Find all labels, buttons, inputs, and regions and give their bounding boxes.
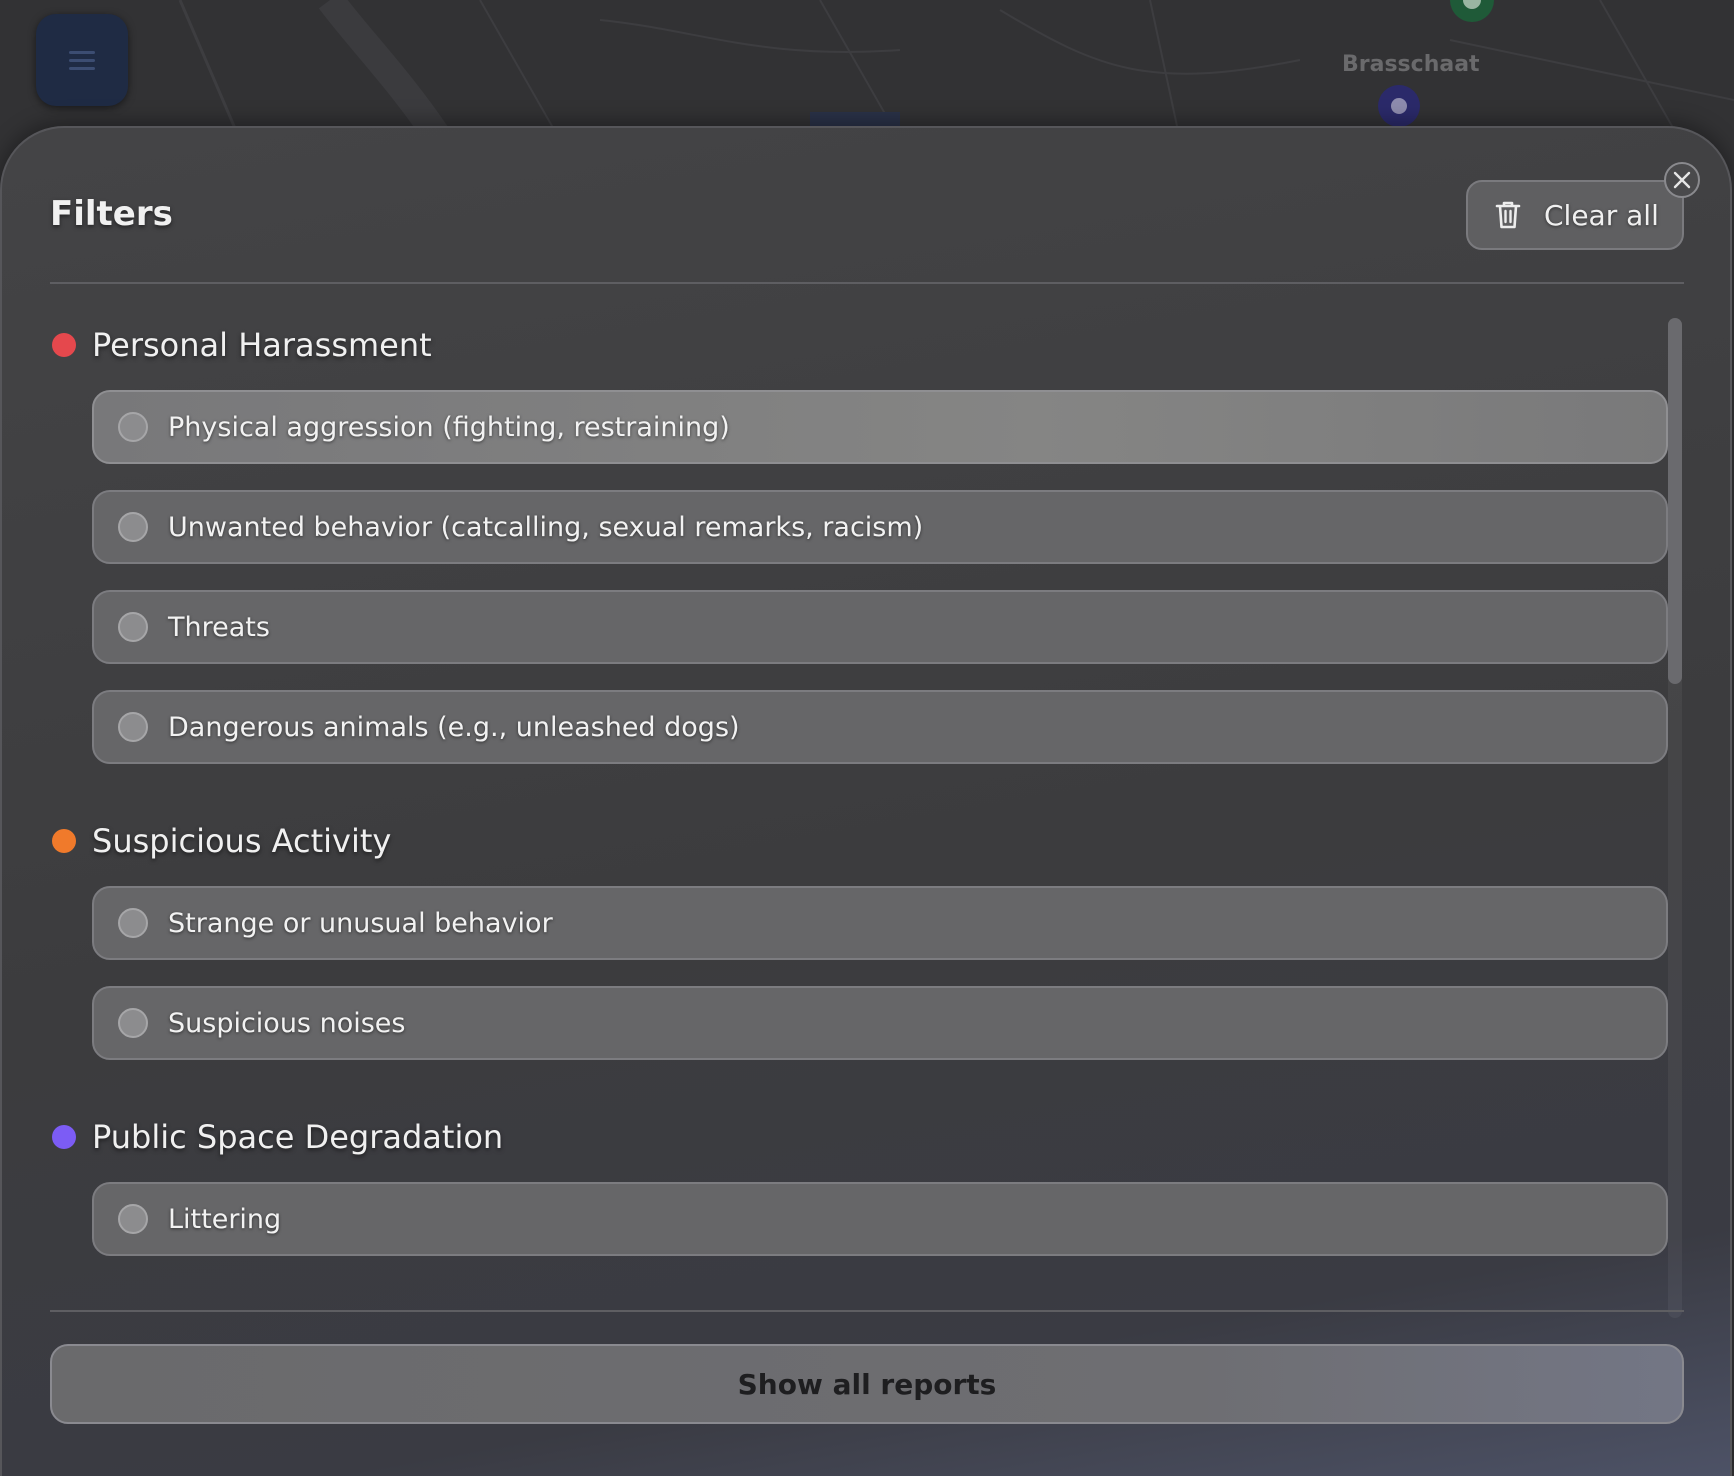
map-marker-blue[interactable] [1378, 85, 1420, 127]
filter-option-label: Unwanted behavior (catcalling, sexual re… [168, 511, 924, 543]
filter-option-label: Dangerous animals (e.g., unleashed dogs) [168, 711, 740, 743]
radio-button[interactable] [118, 612, 148, 642]
filter-option-physical-aggression[interactable]: Physical aggression (fighting, restraini… [92, 390, 1668, 464]
category-suspicious-activity: Suspicious Activity [52, 822, 391, 860]
map-place-label: Brasschaat [1342, 52, 1480, 77]
clear-all-label: Clear all [1544, 198, 1659, 232]
category-public-space-degradation: Public Space Degradation [52, 1118, 503, 1156]
filter-option-threats[interactable]: Threats [92, 590, 1668, 664]
filter-option-strange-behavior[interactable]: Strange or unusual behavior [92, 886, 1668, 960]
filter-list[interactable]: Personal Harassment Physical aggression … [2, 288, 1734, 1404]
filter-option-label: Littering [168, 1203, 282, 1235]
radio-button[interactable] [118, 1204, 148, 1234]
category-color-dot [52, 333, 76, 357]
filter-option-label: Threats [168, 611, 270, 643]
filter-option-dangerous-animals[interactable]: Dangerous animals (e.g., unleashed dogs) [92, 690, 1668, 764]
filters-panel: Filters Clear all Personal Harassment Ph… [0, 126, 1732, 1476]
filter-option-unwanted-behavior[interactable]: Unwanted behavior (catcalling, sexual re… [92, 490, 1668, 564]
radio-button[interactable] [118, 412, 148, 442]
scrollbar[interactable] [1668, 318, 1682, 1318]
radio-button[interactable] [118, 512, 148, 542]
close-button[interactable] [1664, 162, 1700, 198]
filters-title: Filters [50, 194, 173, 234]
radio-button[interactable] [118, 908, 148, 938]
close-icon [1673, 171, 1691, 189]
category-personal-harassment: Personal Harassment [52, 326, 432, 364]
trash-icon [1495, 201, 1521, 229]
category-color-dot [52, 1125, 76, 1149]
category-label: Public Space Degradation [92, 1118, 504, 1156]
hamburger-menu-icon [69, 50, 95, 70]
filter-option-label: Strange or unusual behavior [168, 907, 553, 939]
radio-button[interactable] [118, 1008, 148, 1038]
category-color-dot [52, 829, 76, 853]
header-divider [50, 282, 1684, 284]
show-all-reports-label: Show all reports [737, 1367, 997, 1401]
filter-option-littering[interactable]: Littering [92, 1182, 1668, 1256]
filter-option-suspicious-noises[interactable]: Suspicious noises [92, 986, 1668, 1060]
category-label: Personal Harassment [92, 326, 432, 364]
radio-button[interactable] [118, 712, 148, 742]
footer-divider [50, 1310, 1684, 1312]
menu-button[interactable] [36, 14, 128, 106]
scrollbar-thumb[interactable] [1668, 318, 1682, 684]
show-all-reports-button[interactable]: Show all reports [50, 1344, 1684, 1424]
clear-all-button[interactable]: Clear all [1466, 180, 1684, 250]
filter-option-label: Physical aggression (fighting, restraini… [168, 411, 730, 443]
category-label: Suspicious Activity [92, 822, 392, 860]
filter-option-label: Suspicious noises [168, 1007, 406, 1039]
